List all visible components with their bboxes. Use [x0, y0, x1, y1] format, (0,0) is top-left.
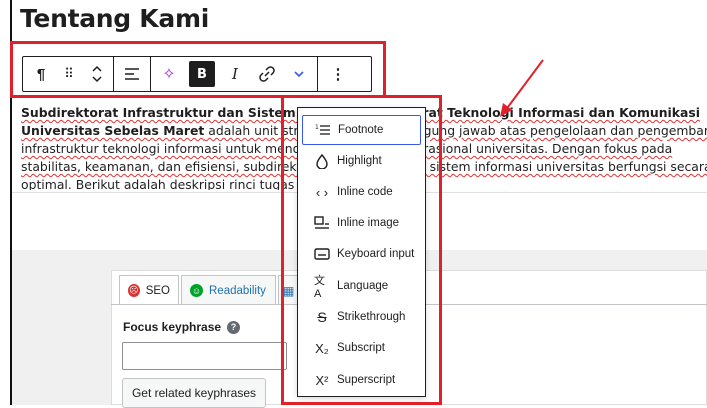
highlight-toolbar-box	[10, 41, 386, 98]
focus-keyphrase-input[interactable]	[122, 342, 287, 370]
focus-keyphrase-label: Focus keyphrase ?	[123, 320, 241, 334]
page-heading[interactable]: Tentang Kami	[20, 4, 209, 33]
tab-seo[interactable]: ☹ SEO	[119, 275, 179, 305]
highlight-dropdown-box	[281, 95, 442, 405]
seo-sad-face-icon: ☹	[128, 284, 140, 297]
get-related-keyphrases-button[interactable]: Get related keyphrases	[122, 378, 266, 408]
tab-readability[interactable]: ☺ Readability	[181, 275, 276, 305]
help-icon[interactable]: ?	[227, 320, 241, 334]
readability-smile-icon: ☺	[190, 284, 203, 297]
